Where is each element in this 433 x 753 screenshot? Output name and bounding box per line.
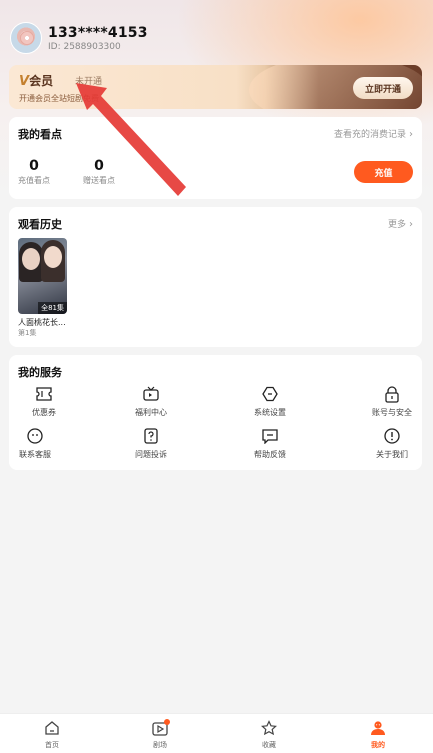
service-account-security[interactable]: 账号与安全: [357, 385, 427, 418]
activate-vip-button[interactable]: 立即开通: [353, 77, 413, 99]
recharge-button[interactable]: 充值: [354, 161, 413, 183]
service-about-us[interactable]: 关于我们: [357, 427, 427, 460]
gifted-points: 0 赠送看点: [83, 158, 115, 185]
question-icon: [142, 427, 160, 445]
vip-description: 开通会员全站短剧免费: [19, 94, 99, 103]
watch-history-card: 观看历史 更多 › 全81集 人面桃花长... 第1集: [9, 207, 422, 347]
tab-mine[interactable]: 我的: [348, 719, 408, 750]
vip-status: 未开通: [75, 77, 103, 87]
service-help-feedback[interactable]: 帮助反馈: [235, 427, 305, 460]
notification-dot: [164, 719, 170, 725]
history-more-link[interactable]: 更多 ›: [388, 217, 413, 230]
points-title: 我的看点: [18, 128, 62, 141]
service-customer-support[interactable]: 联系客服: [0, 427, 70, 460]
tab-theater[interactable]: 剧场: [130, 719, 190, 750]
chevron-right-icon: ›: [409, 219, 413, 230]
vip-membership-card[interactable]: V会员 未开通 开通会员全站短剧免费 立即开通: [9, 65, 422, 109]
user-profile[interactable]: 133****4153 ID: 2588903300: [10, 22, 148, 54]
bottom-tab-bar: 首页 剧场 收藏 我的: [0, 713, 433, 753]
home-icon: [43, 719, 61, 737]
service-complaint[interactable]: 问题投诉: [116, 427, 186, 460]
services-title: 我的服务: [18, 366, 62, 379]
tv-gift-icon: [142, 385, 160, 403]
lock-icon: [383, 385, 401, 403]
drama-episode: 第1集: [18, 329, 37, 337]
vip-logo: V会员: [19, 74, 54, 89]
services-card: 我的服务 优惠券 福利中心 系统设置 账号与安全 联系客服 问题投诉 帮助反馈 …: [9, 355, 422, 470]
service-welfare[interactable]: 福利中心: [116, 385, 186, 418]
user-phone: 133****4153: [48, 24, 148, 41]
drama-thumbnail[interactable]: 全81集: [18, 238, 67, 314]
recharged-points: 0 充值看点: [18, 158, 50, 185]
tab-home[interactable]: 首页: [22, 719, 82, 750]
chevron-right-icon: ›: [409, 129, 413, 140]
service-face-icon: [26, 427, 44, 445]
drama-title[interactable]: 人面桃花长...: [18, 317, 66, 328]
user-id: ID: 2588903300: [48, 41, 121, 52]
service-coupon[interactable]: 优惠券: [9, 385, 79, 418]
consumption-record-link[interactable]: 查看充的消费记录 ›: [334, 127, 413, 140]
tab-favorites[interactable]: 收藏: [239, 719, 299, 750]
history-title: 观看历史: [18, 218, 62, 231]
info-icon: [383, 427, 401, 445]
service-settings[interactable]: 系统设置: [235, 385, 305, 418]
profile-icon: [369, 719, 387, 737]
avatar[interactable]: [10, 22, 42, 54]
episode-count-badge: 全81集: [38, 302, 67, 314]
coupon-icon: [35, 385, 53, 403]
points-card: 我的看点 查看充的消费记录 › 0 充值看点 0 赠送看点 充值: [9, 117, 422, 199]
settings-icon: [261, 385, 279, 403]
feedback-icon: [261, 427, 279, 445]
star-icon: [260, 719, 278, 737]
